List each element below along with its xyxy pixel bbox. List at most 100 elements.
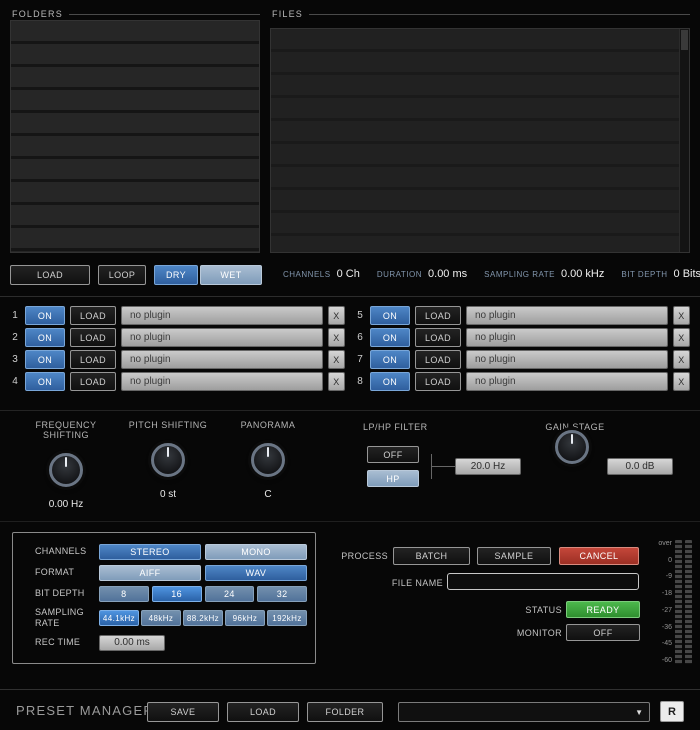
chevron-down-icon: ▼ bbox=[635, 709, 643, 717]
files-scrollbar-thumb[interactable] bbox=[681, 30, 688, 50]
record-time-field[interactable]: 0.00 ms bbox=[99, 635, 165, 651]
slot-on-button[interactable]: ON bbox=[25, 328, 65, 347]
bit-depth-8-button[interactable]: 8 bbox=[99, 586, 149, 602]
process-cancel-button[interactable]: CANCEL bbox=[559, 547, 639, 565]
format-aiff-button[interactable]: AIFF bbox=[99, 565, 201, 581]
rate-96-button[interactable]: 96kHz bbox=[225, 610, 265, 626]
meter-label-18: -18 bbox=[662, 590, 672, 597]
panorama-label: PANORAMA bbox=[220, 420, 316, 430]
record-format-row: FORMAT AIFF WAV bbox=[21, 565, 307, 581]
level-meter-scale: over 0 -9 -18 -27 -36 -45 -60 bbox=[652, 540, 672, 664]
channels-stereo-button[interactable]: STEREO bbox=[99, 544, 201, 560]
preset-folder-button[interactable]: FOLDER bbox=[307, 702, 383, 722]
plugin-slot-row-2: 2 ON LOAD no plugin X bbox=[10, 328, 345, 347]
wet-button[interactable]: WET bbox=[200, 265, 262, 285]
preset-select-dropdown[interactable]: ▼ bbox=[398, 702, 650, 722]
plugin-name-field: no plugin bbox=[466, 328, 668, 347]
file-info-bar: CHANNELS 0 Ch DURATION 0.00 ms SAMPLING … bbox=[283, 268, 693, 280]
slot-remove-button[interactable]: X bbox=[328, 328, 345, 347]
record-channels-row: CHANNELS STEREO MONO bbox=[21, 544, 307, 560]
filter-connector-horizontal bbox=[431, 466, 455, 467]
slot-number: 7 bbox=[355, 354, 365, 365]
rate-192-button[interactable]: 192kHz bbox=[267, 610, 307, 626]
slot-on-button[interactable]: ON bbox=[370, 372, 410, 391]
slot-load-button[interactable]: LOAD bbox=[70, 306, 116, 325]
process-sample-button[interactable]: SAMPLE bbox=[477, 547, 551, 565]
slot-remove-button[interactable]: X bbox=[673, 372, 690, 391]
format-wav-button[interactable]: WAV bbox=[205, 565, 307, 581]
gain-stage-knob[interactable] bbox=[555, 430, 589, 464]
preset-save-button[interactable]: SAVE bbox=[147, 702, 219, 722]
plugin-name-field: no plugin bbox=[466, 372, 668, 391]
record-sampling-rate-options: 44.1kHz 48kHz 88.2kHz 96kHz 192kHz bbox=[99, 610, 307, 626]
gain-stage-field[interactable]: 0.0 dB bbox=[607, 458, 673, 475]
filter-hp-button[interactable]: HP bbox=[367, 470, 419, 487]
record-bit-depth-options: 8 16 24 32 bbox=[99, 586, 307, 602]
process-batch-button[interactable]: BATCH bbox=[393, 547, 470, 565]
rate-44-button[interactable]: 44.1kHz bbox=[99, 610, 139, 626]
slot-remove-button[interactable]: X bbox=[673, 306, 690, 325]
info-bit-depth-label: BIT DEPTH bbox=[621, 270, 667, 279]
slot-on-button[interactable]: ON bbox=[370, 350, 410, 369]
record-format-label: FORMAT bbox=[21, 567, 99, 578]
files-scrollbar[interactable] bbox=[679, 29, 689, 252]
slot-load-button[interactable]: LOAD bbox=[415, 350, 461, 369]
filter-frequency-field[interactable]: 20.0 Hz bbox=[455, 458, 521, 475]
slot-on-button[interactable]: ON bbox=[370, 306, 410, 325]
slot-on-button[interactable]: ON bbox=[25, 306, 65, 325]
slot-remove-button[interactable]: X bbox=[673, 350, 690, 369]
dry-button[interactable]: DRY bbox=[154, 265, 198, 285]
info-channels: CHANNELS 0 Ch bbox=[283, 268, 360, 280]
process-area: PROCESS BATCH SAMPLE CANCEL FILE NAME ST… bbox=[330, 532, 650, 664]
files-label: FILES bbox=[272, 9, 303, 19]
plugin-slot-row-3: 3 ON LOAD no plugin X bbox=[10, 350, 345, 369]
pitch-shifting-knob[interactable] bbox=[151, 443, 185, 477]
status-badge: READY bbox=[566, 601, 640, 618]
files-list[interactable] bbox=[270, 28, 690, 253]
slot-number: 2 bbox=[10, 332, 20, 343]
info-channels-label: CHANNELS bbox=[283, 270, 331, 279]
slot-load-button[interactable]: LOAD bbox=[415, 306, 461, 325]
bit-depth-16-button[interactable]: 16 bbox=[152, 586, 202, 602]
meter-label-over: over bbox=[658, 540, 672, 547]
loop-button[interactable]: LOOP bbox=[98, 265, 146, 285]
preset-load-button[interactable]: LOAD bbox=[227, 702, 299, 722]
panorama-knob[interactable] bbox=[251, 443, 285, 477]
monitor-off-button[interactable]: OFF bbox=[566, 624, 640, 641]
file-name-input[interactable] bbox=[447, 573, 639, 590]
slot-remove-button[interactable]: X bbox=[328, 372, 345, 391]
slot-load-button[interactable]: LOAD bbox=[415, 372, 461, 391]
slot-on-button[interactable]: ON bbox=[370, 328, 410, 347]
record-format-options: AIFF WAV bbox=[99, 565, 307, 581]
slot-load-button[interactable]: LOAD bbox=[70, 328, 116, 347]
divider bbox=[0, 410, 700, 411]
slot-remove-button[interactable]: X bbox=[328, 350, 345, 369]
plugin-slot-row-6: 6 ON LOAD no plugin X bbox=[355, 328, 690, 347]
record-channels-options: STEREO MONO bbox=[99, 544, 307, 560]
record-time-label: REC TIME bbox=[21, 637, 99, 648]
rate-88-button[interactable]: 88.2kHz bbox=[183, 610, 223, 626]
bit-depth-24-button[interactable]: 24 bbox=[205, 586, 255, 602]
plugin-name-field: no plugin bbox=[121, 328, 323, 347]
rate-48-button[interactable]: 48kHz bbox=[141, 610, 181, 626]
preset-reset-button[interactable]: R bbox=[660, 701, 684, 722]
slot-on-button[interactable]: ON bbox=[25, 350, 65, 369]
info-sampling-rate: SAMPLING RATE 0.00 kHz bbox=[484, 268, 604, 280]
folders-label: FOLDERS bbox=[12, 9, 63, 19]
plugin-slots-left: 1 ON LOAD no plugin X 2 ON LOAD no plugi… bbox=[10, 306, 345, 391]
folders-list[interactable] bbox=[10, 20, 260, 253]
frequency-shifting-knob[interactable] bbox=[49, 453, 83, 487]
slot-load-button[interactable]: LOAD bbox=[415, 328, 461, 347]
slot-remove-button[interactable]: X bbox=[328, 306, 345, 325]
pitch-shifting-label: PITCH SHIFTING bbox=[120, 420, 216, 430]
filter-off-button[interactable]: OFF bbox=[367, 446, 419, 463]
slot-on-button[interactable]: ON bbox=[25, 372, 65, 391]
slot-load-button[interactable]: LOAD bbox=[70, 372, 116, 391]
channels-mono-button[interactable]: MONO bbox=[205, 544, 307, 560]
slot-number: 3 bbox=[10, 354, 20, 365]
slot-remove-button[interactable]: X bbox=[673, 328, 690, 347]
frequency-shifting-label: FREQUENCY SHIFTING bbox=[14, 420, 118, 440]
slot-load-button[interactable]: LOAD bbox=[70, 350, 116, 369]
load-folder-button[interactable]: LOAD bbox=[10, 265, 90, 285]
bit-depth-32-button[interactable]: 32 bbox=[257, 586, 307, 602]
